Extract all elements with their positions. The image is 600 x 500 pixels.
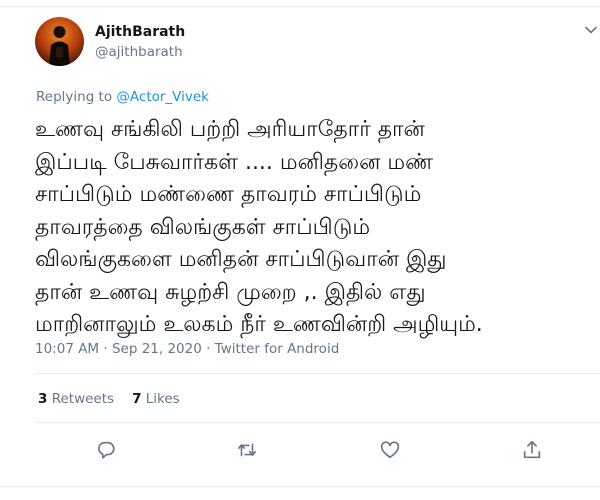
reply-icon[interactable] bbox=[95, 439, 117, 461]
tweet-text-line: தான் உணவு சுழற்சி முறை ,. இதில் எது bbox=[35, 279, 426, 305]
likes-label: Likes bbox=[145, 391, 180, 407]
tweet-text-line: சாப்பிடும் மண்ணை தாவரம் சாப்பிடும் bbox=[35, 182, 422, 207]
top-divider bbox=[0, 6, 600, 7]
retweets-label: Retweets bbox=[51, 391, 115, 407]
author-handle[interactable]: @ajithbarath bbox=[95, 44, 183, 60]
replying-to-label: Replying to bbox=[36, 89, 117, 105]
retweet-icon[interactable] bbox=[236, 439, 258, 461]
like-icon[interactable] bbox=[379, 439, 401, 461]
chevron-down-icon[interactable] bbox=[583, 22, 599, 38]
retweets-count: 3 bbox=[38, 391, 48, 407]
tweet-text-line: இப்படி பேசுவார்கள் .... மனிதனை மண் bbox=[35, 149, 434, 175]
replying-to: Replying to @Actor_Vivek bbox=[36, 89, 209, 105]
tweet-card: AjithBarath @ajithbarath Replying to @Ac… bbox=[0, 0, 600, 500]
tweet-text-line: தாவரத்தை விலங்குகள் சாப்பிடும் bbox=[35, 214, 371, 240]
tweet-stats: 3 Retweets 7 Likes bbox=[38, 391, 180, 407]
author-name[interactable]: AjithBarath bbox=[95, 24, 185, 40]
likes-stat[interactable]: 7 Likes bbox=[132, 391, 180, 407]
share-icon[interactable] bbox=[521, 439, 543, 461]
divider bbox=[35, 373, 600, 374]
likes-count: 7 bbox=[132, 391, 142, 407]
tweet-text-line: விலங்குகளை மனிதன் சாப்பிடுவான் இது bbox=[35, 247, 447, 272]
divider bbox=[35, 422, 600, 423]
tweet-text: உணவு சங்கிலி பற்றி அரியாதோர் தான் இப்படி… bbox=[35, 114, 600, 342]
tweet-text-line: உணவு சங்கிலி பற்றி அரியாதோர் தான் bbox=[35, 117, 425, 142]
tweet-timestamp[interactable]: 10:07 AM · Sep 21, 2020 · Twitter for An… bbox=[35, 341, 339, 357]
bottom-divider bbox=[0, 486, 600, 487]
tweet-text-line: மாறினாலும் உலகம் நீர் உணவின்றி அழியும். bbox=[35, 312, 483, 337]
mention-link[interactable]: @Actor_Vivek bbox=[116, 89, 209, 105]
avatar[interactable] bbox=[35, 17, 84, 66]
retweets-stat[interactable]: 3 Retweets bbox=[38, 391, 114, 407]
